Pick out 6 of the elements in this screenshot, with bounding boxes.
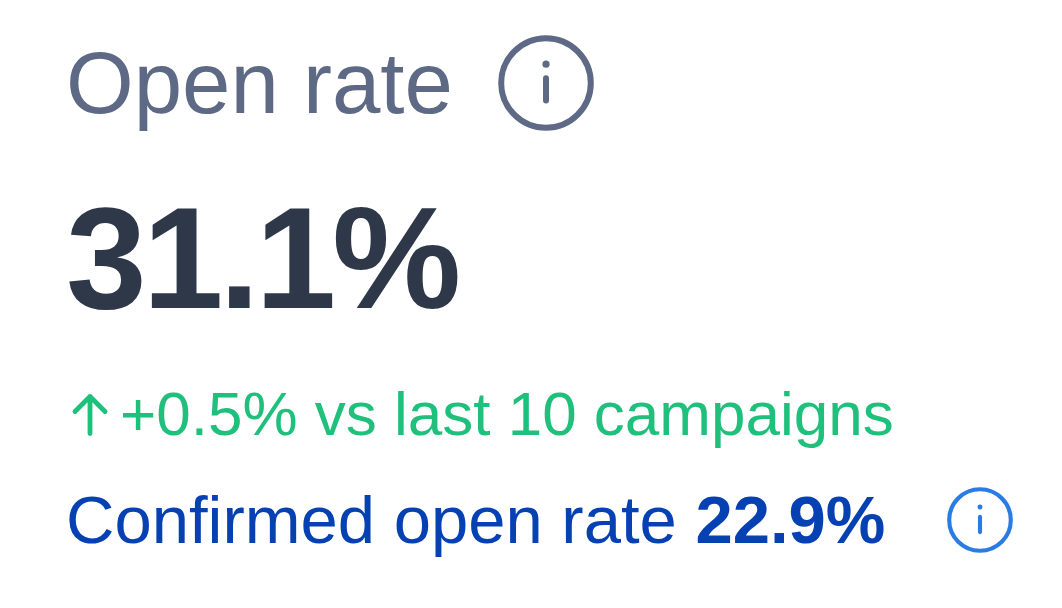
info-icon[interactable]	[497, 35, 594, 131]
confirmed-rate-text: Confirmed open rate 22.9%	[66, 481, 886, 559]
metric-value: 31.1%	[66, 176, 458, 342]
metric-title: Open rate	[66, 33, 453, 133]
change-text: +0.5% vs last 10 campaigns	[120, 377, 894, 450]
info-icon[interactable]	[947, 486, 1014, 553]
